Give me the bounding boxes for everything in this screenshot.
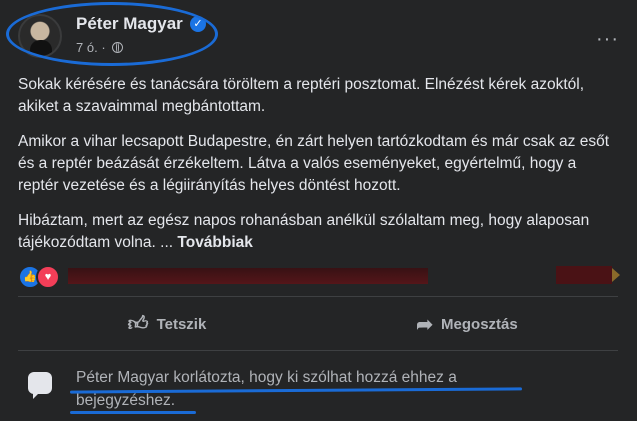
- paragraph-text: Hibáztam, mert az egész napos rohanásban…: [18, 212, 590, 251]
- avatar[interactable]: [18, 14, 62, 58]
- author-name[interactable]: Péter Magyar: [76, 14, 183, 34]
- post-header: Péter Magyar ✓ 7 ó. · ···: [18, 12, 618, 62]
- post-card: Péter Magyar ✓ 7 ó. · ··· Sokak kérésére…: [0, 0, 637, 421]
- like-label: Tetszik: [156, 315, 207, 333]
- redaction-mark: [68, 268, 428, 284]
- more-horizontal-icon[interactable]: ···: [596, 29, 619, 49]
- see-more-link[interactable]: Továbbiak: [177, 234, 253, 251]
- post-body: Sokak kérésére és tanácsára töröltem a r…: [18, 74, 618, 267]
- share-icon: ➦: [416, 313, 434, 336]
- action-bar: 👍︎ Tetszik ➦ Megosztás: [18, 302, 618, 346]
- verified-badge-icon: ✓: [190, 16, 206, 32]
- paragraph: Amikor a vihar lecsapott Budapestre, én …: [18, 133, 609, 194]
- reaction-bar[interactable]: 👍 ♥: [18, 264, 620, 289]
- redaction-mark: [556, 266, 612, 284]
- share-button[interactable]: ➦ Megosztás: [318, 302, 616, 346]
- like-button[interactable]: 👍︎ Tetszik: [18, 302, 316, 346]
- share-label: Megosztás: [441, 315, 518, 333]
- annotation-underline: [70, 411, 196, 414]
- post-meta: 7 ó. ·: [76, 40, 124, 55]
- thumbs-up-icon: 👍︎: [127, 313, 149, 335]
- post-time[interactable]: 7 ó.: [76, 40, 98, 55]
- paragraph: Hibáztam, mert az egész napos rohanásban…: [18, 210, 618, 254]
- comment-restriction-notice: Péter Magyar korlátozta, hogy ki szólhat…: [18, 358, 618, 414]
- divider: [18, 350, 618, 351]
- meta-separator: ·: [101, 40, 106, 55]
- redaction-mark: [612, 268, 620, 282]
- paragraph: Sokak kérésére és tanácsára töröltem a r…: [18, 76, 585, 115]
- divider: [18, 296, 618, 297]
- love-reaction-icon: ♥: [36, 265, 60, 289]
- globe-icon: [112, 42, 124, 53]
- comment-bubble-icon: [28, 372, 52, 399]
